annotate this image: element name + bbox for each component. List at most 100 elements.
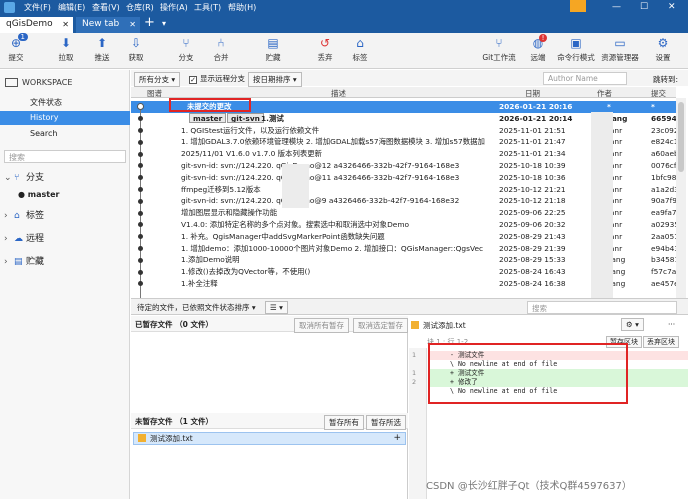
discard-hunk-button[interactable]: 丢弃区块: [643, 336, 679, 348]
menu-repo[interactable]: 仓库(R): [126, 2, 154, 13]
sidebar-item-history[interactable]: History: [0, 111, 130, 125]
unstaged-header: 未暂存文件 （1 文件） 暂存所有 暂存所选: [131, 413, 408, 430]
diff-line-number: 1: [412, 351, 417, 359]
close-window-button[interactable]: ✕: [668, 2, 676, 12]
tab-dropdown-icon[interactable]: ▾: [162, 19, 166, 28]
commit-author: tanr: [607, 149, 623, 159]
remote-label: 远端: [530, 53, 546, 62]
diff-line-number: 2: [412, 378, 417, 386]
branches-label: 分支: [26, 173, 45, 183]
commit-description: 1.添加Demo说明: [181, 255, 240, 265]
remote-warning-badge: !: [539, 34, 547, 42]
commit-author: yang: [607, 279, 626, 288]
gear-icon: ⚙: [657, 36, 669, 50]
close-tab-icon[interactable]: ✕: [62, 20, 69, 29]
unstage-all-button[interactable]: 取消所有暂存: [294, 318, 349, 333]
tag-icon: ⌂: [356, 36, 364, 50]
file-list-view-dropdown[interactable]: ☰ ▾: [265, 301, 288, 314]
commit-date: 2025-08-29 21:43: [499, 231, 566, 241]
scrollbar-thumb[interactable]: [678, 102, 684, 172]
commit-button[interactable]: ⊕ 1 提交: [0, 33, 36, 63]
commit-hash: 2aa051a: [651, 231, 676, 241]
stash-box-icon: ▤: [14, 257, 23, 267]
app-logo-icon: [4, 2, 15, 13]
sidebar-item-file-status[interactable]: 文件状态: [0, 96, 130, 110]
close-tab-icon[interactable]: ✕: [129, 20, 136, 29]
pending-files-sort-dropdown[interactable]: 待定的文件，已依照文件状态排序 ▾: [133, 301, 260, 314]
branch-filter-dropdown[interactable]: 所有分支 ▾: [134, 72, 181, 87]
commit-author: yang: [607, 267, 626, 277]
commit-list-scrollbar[interactable]: [676, 98, 686, 298]
unstaged-file-row[interactable]: 测试添加.txt +: [133, 432, 406, 445]
commit-author: tanr: [607, 137, 623, 147]
file-status-bar: 待定的文件，已依照文件状态排序 ▾ ☰ ▾ 搜索: [131, 298, 688, 315]
commit-hash: 1bfc986: [651, 172, 676, 182]
remote-button[interactable]: ◍! 远端: [518, 34, 558, 63]
stage-file-icon[interactable]: +: [393, 433, 401, 444]
commit-author: tanr: [607, 184, 623, 194]
stage-selected-button[interactable]: 暂存所选: [366, 415, 406, 430]
stash-button[interactable]: ▤ 贮藏: [253, 36, 293, 63]
sidebar-branch-master[interactable]: ● master: [18, 190, 59, 199]
commit-node: [138, 246, 143, 251]
commit-hash: a029356: [651, 220, 676, 229]
branch-button[interactable]: ⑂ 分支: [166, 36, 206, 63]
commit-author: tanr: [607, 208, 623, 218]
explorer-button[interactable]: ▭ 资源管理器: [600, 36, 640, 63]
sidebar-search-input[interactable]: 搜索: [4, 150, 126, 163]
branch-label-git-svn[interactable]: git-svn: [227, 112, 264, 123]
tab-qgisdemo[interactable]: qGisDemo ✕: [0, 17, 73, 33]
fetch-button[interactable]: ⇩ 获取: [116, 36, 156, 63]
commit-author: tanr: [607, 231, 623, 241]
menu-view[interactable]: 查看(V): [92, 2, 120, 13]
show-remote-checkbox[interactable]: ✓ 显示远程分支: [189, 73, 245, 84]
tag-button[interactable]: ⌂ 标签: [340, 36, 380, 63]
stash-label: 贮藏: [265, 53, 281, 62]
chevron-down-icon: ⌄: [4, 173, 12, 183]
explorer-label: 资源管理器: [601, 53, 639, 62]
merge-button[interactable]: ⑃ 合并: [201, 36, 241, 63]
download-arrow-icon: ⬇: [60, 36, 72, 50]
commit-hash: e824c1a: [651, 137, 676, 147]
chevron-right-icon: ›: [4, 234, 8, 244]
new-tab-button[interactable]: +: [144, 15, 155, 30]
terminal-button[interactable]: ▣ 命令行模式: [556, 36, 596, 63]
author-filter-input[interactable]: Author Name: [543, 72, 627, 85]
history-filter-bar: 所有分支 ▾ ✓ 显示远程分支 按日期排序 ▾ Author Name 跳转到:: [131, 70, 688, 87]
commit-node: [138, 128, 143, 133]
menu-action[interactable]: 操作(A): [160, 2, 188, 13]
more-options-icon[interactable]: ···: [668, 320, 675, 329]
diff-options-button[interactable]: ⚙ ▾: [621, 318, 644, 331]
sort-order-dropdown[interactable]: 按日期排序 ▾: [248, 72, 302, 87]
sidebar-item-search[interactable]: Search: [0, 127, 130, 141]
globe-icon: ◍: [532, 36, 544, 50]
menu-help[interactable]: 帮助(H): [228, 2, 256, 13]
stage-all-button[interactable]: 暂存所有: [324, 415, 364, 430]
notification-flag-icon[interactable]: [570, 0, 586, 12]
discard-button[interactable]: ↺ 丢弃: [305, 36, 345, 63]
sidebar-group-stashes[interactable]: › ▤ 贮藏: [4, 255, 44, 269]
commit-description: git-svn-id: svn://124.220. qGisDemo@11 a…: [181, 172, 460, 182]
tab-new[interactable]: New tab ✕: [76, 17, 140, 33]
remotes-label: 远程: [26, 234, 45, 244]
unstage-selected-button[interactable]: 取消选定暂存: [353, 318, 408, 333]
maximize-button[interactable]: ☐: [640, 2, 648, 12]
branch-label: 分支: [178, 53, 194, 62]
menu-file[interactable]: 文件(F): [24, 2, 51, 13]
menu-tools[interactable]: 工具(T): [194, 2, 221, 13]
settings-button[interactable]: ⚙ 设置: [643, 36, 683, 63]
pull-button[interactable]: ⬇ 拉取: [46, 36, 86, 63]
commit-date: 2025-09-06 22:25: [499, 208, 566, 218]
branch-label-master[interactable]: master: [189, 112, 227, 123]
sidebar-group-remotes[interactable]: › ☁ 远程: [4, 232, 44, 246]
commit-author: tanr: [607, 220, 623, 229]
blurred-author-area: [591, 112, 613, 298]
menu-edit[interactable]: 编辑(E): [58, 2, 85, 13]
commit-date: 2025-11-01 21:47: [499, 137, 566, 147]
sidebar-group-branches[interactable]: ⌄ ⑂ 分支: [4, 171, 44, 185]
workspace-label: WORKSPACE: [22, 78, 73, 87]
sidebar-group-tags[interactable]: › ⌂ 标签: [4, 209, 44, 223]
gitflow-button[interactable]: ⑂ Git工作流: [479, 36, 519, 63]
file-search-input[interactable]: 搜索: [527, 301, 677, 314]
minimize-button[interactable]: —: [612, 2, 621, 12]
